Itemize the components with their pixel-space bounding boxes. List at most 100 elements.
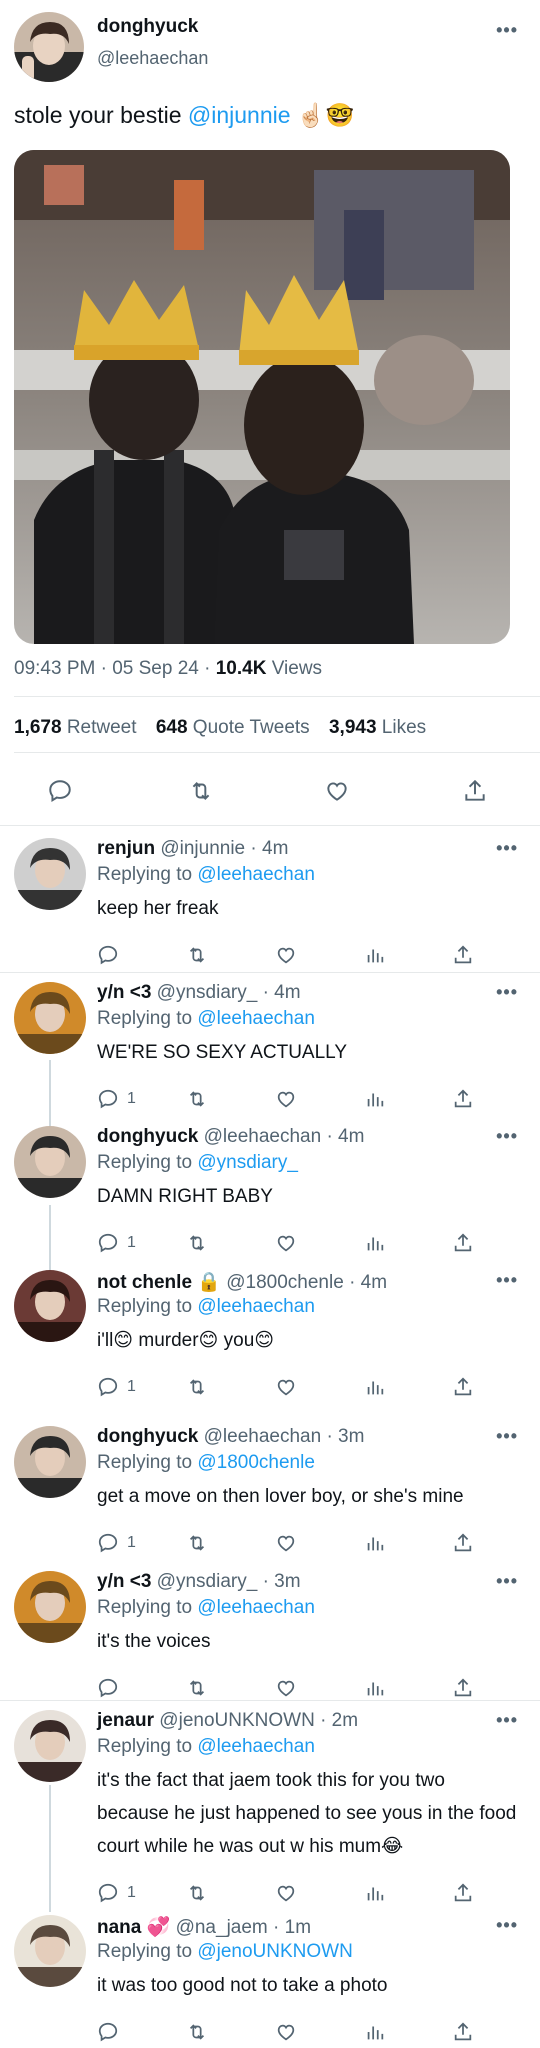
like-icon[interactable]: [275, 1223, 297, 1263]
display-name[interactable]: donghyuck: [97, 1126, 198, 1147]
avatar[interactable]: [14, 1710, 86, 1782]
handle[interactable]: @injunnie: [155, 838, 250, 859]
retweet-icon[interactable]: [188, 771, 214, 811]
reply-tweet[interactable]: renjun @injunnie · 4m ••• Replying to @lee…: [0, 828, 540, 972]
like-icon[interactable]: [275, 2012, 297, 2048]
retweet-icon[interactable]: [186, 1523, 208, 1563]
views-icon[interactable]: [364, 1367, 386, 1407]
mention-link[interactable]: @leehaechan: [197, 1296, 315, 1317]
mention-link[interactable]: @1800chenle: [197, 1452, 315, 1473]
like-icon[interactable]: [275, 1079, 297, 1119]
display-name[interactable]: y/n <3: [97, 982, 151, 1003]
share-icon[interactable]: [462, 771, 488, 811]
avatar[interactable]: [14, 1270, 86, 1342]
avatar[interactable]: [14, 1571, 86, 1643]
retweet-stat[interactable]: 1,678 Retweet: [14, 717, 137, 738]
share-icon[interactable]: [452, 2012, 474, 2048]
views-icon[interactable]: [364, 1223, 386, 1263]
handle[interactable]: @jenoUNKNOWN: [154, 1710, 320, 1731]
timestamp[interactable]: · 3m: [326, 1426, 364, 1447]
like-icon[interactable]: [275, 1367, 297, 1407]
timestamp[interactable]: · 4m: [349, 1272, 387, 1293]
mention-link[interactable]: @leehaechan: [197, 1597, 315, 1618]
retweet-icon[interactable]: [186, 1367, 208, 1407]
handle[interactable]: @ynsdiary_: [151, 1571, 262, 1592]
quote-stat[interactable]: 648 Quote Tweets: [156, 717, 310, 738]
like-icon[interactable]: [275, 1523, 297, 1563]
handle[interactable]: @leehaechan: [97, 48, 208, 69]
like-icon[interactable]: [323, 771, 351, 811]
timestamp[interactable]: · 4m: [326, 1126, 364, 1147]
mention-link[interactable]: @jenoUNKNOWN: [197, 1941, 352, 1962]
display-name[interactable]: jenaur: [97, 1710, 154, 1731]
timestamp[interactable]: · 4m: [263, 982, 301, 1003]
share-icon[interactable]: [452, 1079, 474, 1119]
handle[interactable]: @1800chenle: [221, 1272, 349, 1293]
reply-tweet[interactable]: jenaur @jenoUNKNOWN · 2m ••• Replying to @…: [0, 1700, 540, 1905]
avatar[interactable]: [14, 1126, 86, 1198]
mention-link[interactable]: @leehaechan: [197, 864, 315, 885]
more-icon[interactable]: •••: [496, 1426, 518, 1447]
more-icon[interactable]: •••: [496, 1571, 518, 1592]
timestamp[interactable]: · 1m: [273, 1917, 311, 1938]
reply-icon[interactable]: 1: [97, 1367, 136, 1407]
mention-link[interactable]: @leehaechan: [197, 1736, 315, 1757]
reply-icon[interactable]: [97, 935, 119, 975]
display-name[interactable]: donghyuck: [97, 16, 198, 38]
reply-tweet[interactable]: y/n <3 @ynsdiary_ · 3m ••• Replying to @le…: [0, 1561, 540, 1700]
handle[interactable]: @ynsdiary_: [151, 982, 262, 1003]
retweet-icon[interactable]: [186, 2012, 208, 2048]
mention-link[interactable]: @leehaechan: [197, 1008, 315, 1029]
display-name[interactable]: y/n <3: [97, 1571, 151, 1592]
avatar[interactable]: [14, 838, 86, 910]
more-icon[interactable]: •••: [496, 1126, 518, 1147]
display-name[interactable]: nana: [97, 1917, 141, 1938]
avatar[interactable]: [14, 982, 86, 1054]
reply-icon[interactable]: [97, 2012, 119, 2048]
handle[interactable]: @leehaechan: [198, 1126, 326, 1147]
views-icon[interactable]: [364, 1079, 386, 1119]
display-name[interactable]: renjun: [97, 838, 155, 859]
share-icon[interactable]: [452, 1223, 474, 1263]
tweet-photo[interactable]: [14, 150, 510, 644]
handle[interactable]: @leehaechan: [198, 1426, 326, 1447]
reply-tweet[interactable]: y/n <3 @ynsdiary_ · 4m ••• Replying to @le…: [0, 972, 540, 1116]
timestamp[interactable]: · 4m: [250, 838, 288, 859]
more-icon[interactable]: •••: [496, 982, 518, 1003]
reply-tweet[interactable]: donghyuck @leehaechan · 3m ••• Replying to…: [0, 1416, 540, 1561]
retweet-icon[interactable]: [186, 1079, 208, 1119]
more-icon[interactable]: •••: [496, 20, 518, 41]
views-icon[interactable]: [364, 935, 386, 975]
share-icon[interactable]: [452, 1367, 474, 1407]
reply-tweet[interactable]: not chenle 🔒 @1800chenle · 4m ••• Replying…: [0, 1260, 540, 1416]
more-icon[interactable]: •••: [496, 1710, 518, 1731]
more-icon[interactable]: •••: [496, 1915, 518, 1936]
share-icon[interactable]: [452, 935, 474, 975]
avatar[interactable]: [14, 1915, 86, 1987]
mention-link[interactable]: @injunnie: [188, 102, 291, 128]
share-icon[interactable]: [452, 1523, 474, 1563]
display-name[interactable]: donghyuck: [97, 1426, 198, 1447]
views-icon[interactable]: [364, 2012, 386, 2048]
mention-link[interactable]: @ynsdiary_: [197, 1152, 298, 1173]
timestamp[interactable]: · 2m: [320, 1710, 358, 1731]
views-icon[interactable]: [364, 1523, 386, 1563]
avatar[interactable]: [14, 12, 84, 82]
handle[interactable]: @na_jaem: [170, 1917, 273, 1938]
more-icon[interactable]: •••: [496, 838, 518, 859]
avatar[interactable]: [14, 1426, 86, 1498]
display-name[interactable]: not chenle: [97, 1272, 192, 1293]
tweet-time[interactable]: 09:43 PM · 05 Sep 24 ·: [14, 658, 216, 679]
reply-icon[interactable]: [47, 771, 73, 811]
retweet-icon[interactable]: [186, 1223, 208, 1263]
more-icon[interactable]: •••: [496, 1270, 518, 1291]
reply-icon[interactable]: 1: [97, 1079, 136, 1119]
like-icon[interactable]: [275, 935, 297, 975]
timestamp[interactable]: · 3m: [263, 1571, 301, 1592]
reply-icon[interactable]: 1: [97, 1523, 136, 1563]
reply-tweet[interactable]: nana 💞 @na_jaem · 1m ••• Replying to @jeno…: [0, 1905, 540, 2048]
reply-icon[interactable]: 1: [97, 1223, 136, 1263]
reply-tweet[interactable]: donghyuck @leehaechan · 4m ••• Replying to…: [0, 1116, 540, 1260]
likes-stat[interactable]: 3,943 Likes: [329, 717, 426, 738]
retweet-icon[interactable]: [186, 935, 208, 975]
